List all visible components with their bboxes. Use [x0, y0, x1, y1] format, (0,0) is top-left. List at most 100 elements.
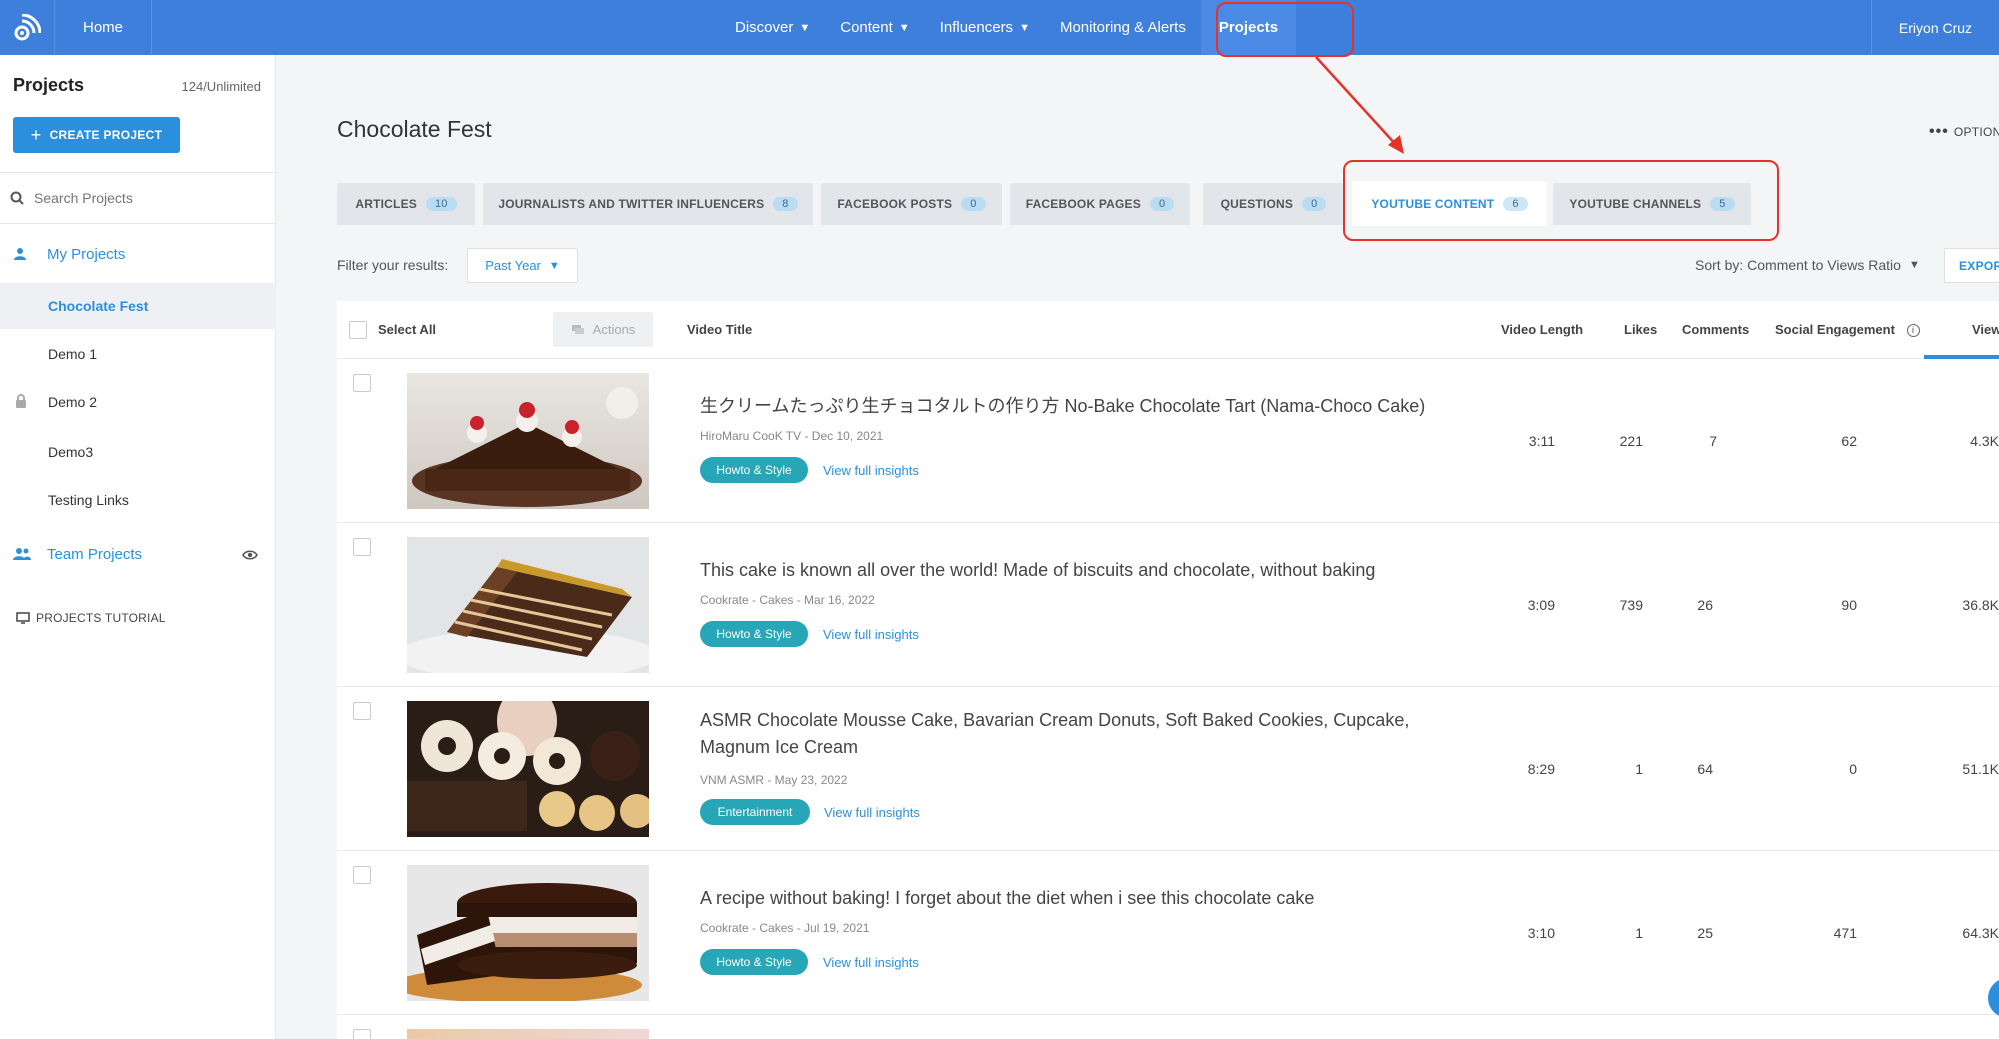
video-length: 3:11: [1528, 433, 1555, 449]
search-projects: [0, 172, 276, 224]
views-count: 51.1K: [1962, 761, 1999, 777]
nav-content[interactable]: Content ▼: [825, 0, 924, 55]
row-checkbox[interactable]: [353, 866, 371, 884]
plus-icon: +: [30, 124, 42, 145]
annotation-arrow-icon: [1315, 56, 1404, 154]
likes-count: 221: [1619, 433, 1643, 449]
table-row: [337, 1015, 1999, 1039]
table-row: 生クリームたっぷり生チョコタルトの作り方 No-Bake Chocolate T…: [337, 359, 1999, 523]
sort-select[interactable]: Sort by: Comment to Views Ratio ▼: [1695, 257, 1920, 273]
video-thumbnail[interactable]: [407, 537, 649, 673]
sidebar-team-projects[interactable]: Team Projects: [0, 536, 276, 572]
nav-influencers[interactable]: Influencers ▼: [925, 0, 1045, 55]
th-likes[interactable]: Likes: [1624, 322, 1657, 337]
row-checkbox[interactable]: [353, 702, 371, 720]
th-video-title[interactable]: Video Title: [687, 322, 752, 337]
th-video-length[interactable]: Video Length: [1501, 322, 1583, 337]
th-social-engagement[interactable]: Social Engagement i: [1775, 322, 1920, 337]
sidebar-project-testing-links[interactable]: Testing Links: [0, 477, 276, 523]
table-row: This cake is known all over the world! M…: [337, 523, 1999, 687]
search-projects-input[interactable]: [34, 190, 254, 206]
export-button[interactable]: EXPOR: [1944, 248, 1999, 283]
engagement-count: 62: [1841, 433, 1857, 449]
category-badge[interactable]: Howto & Style: [700, 949, 808, 975]
sidebar-project-demo-2[interactable]: Demo 2: [0, 379, 276, 425]
engagement-count: 471: [1833, 925, 1857, 941]
tab-facebook-pages[interactable]: FACEBOOK PAGES 0: [1010, 183, 1190, 225]
table-row: ASMR Chocolate Mousse Cake, Bavarian Cre…: [337, 687, 1999, 851]
engagement-count: 0: [1849, 761, 1857, 777]
chevron-down-icon: ▼: [799, 21, 811, 34]
category-badge[interactable]: Howto & Style: [700, 457, 808, 483]
chevron-down-icon: ▼: [1019, 21, 1030, 34]
date-filter-select[interactable]: Past Year ▼: [467, 248, 578, 283]
video-title[interactable]: A recipe without baking! I forget about …: [700, 885, 1460, 912]
table-row: A recipe without baking! I forget about …: [337, 851, 1999, 1015]
sidebar-project-chocolate-fest[interactable]: Chocolate Fest: [0, 283, 276, 329]
search-icon: [10, 191, 24, 205]
user-menu[interactable]: Eriyon Cruz: [1871, 0, 1999, 55]
video-meta: HiroMaru CooK TV - Dec 10, 2021: [700, 429, 884, 443]
video-meta: VNM ASMR - May 23, 2022: [700, 773, 848, 787]
monitor-icon: [16, 612, 30, 624]
video-thumbnail[interactable]: [407, 701, 649, 837]
th-views[interactable]: View: [1972, 322, 1999, 337]
sidebar-project-demo3[interactable]: Demo3: [0, 429, 276, 475]
lock-icon: [15, 394, 27, 411]
views-count: 64.3K: [1962, 925, 1999, 941]
nav-home[interactable]: Home: [55, 0, 153, 55]
comments-count: 64: [1697, 761, 1713, 777]
app-logo[interactable]: [0, 0, 55, 55]
more-dots-icon: •••: [1929, 123, 1949, 140]
user-icon: [13, 247, 35, 261]
view-insights-link[interactable]: View full insights: [824, 805, 920, 820]
actions-button[interactable]: Actions: [553, 312, 653, 347]
select-all-label: Select All: [378, 322, 437, 337]
th-comments[interactable]: Comments: [1682, 322, 1749, 337]
eye-icon[interactable]: [242, 548, 258, 565]
row-checkbox[interactable]: [353, 374, 371, 392]
views-count: 4.3K: [1970, 433, 1999, 449]
table-header: Select All Actions Video Title Video Len…: [337, 301, 1999, 359]
sidebar: Projects 124/Unlimited + CREATE PROJECT …: [0, 55, 276, 1039]
tab-facebook-posts[interactable]: FACEBOOK POSTS 0: [821, 183, 1002, 225]
view-insights-link[interactable]: View full insights: [823, 955, 919, 970]
page-title: Chocolate Fest: [337, 116, 492, 142]
nav-monitoring[interactable]: Monitoring & Alerts: [1045, 0, 1201, 55]
video-title[interactable]: ASMR Chocolate Mousse Cake, Bavarian Cre…: [700, 707, 1460, 761]
sidebar-my-projects[interactable]: My Projects: [0, 236, 276, 272]
tab-journalists[interactable]: JOURNALISTS AND TWITTER INFLUENCERS 8: [483, 183, 813, 225]
select-all-checkbox[interactable]: [349, 321, 367, 339]
video-meta: Cookrate - Cakes - Jul 19, 2021: [700, 921, 870, 935]
tab-articles[interactable]: ARTICLES 10: [337, 183, 475, 225]
engagement-count: 90: [1841, 597, 1857, 613]
projects-tutorial-link[interactable]: PROJECTS TUTORIAL: [16, 611, 166, 625]
nav-discover[interactable]: Discover ▼: [720, 0, 825, 55]
sidebar-project-demo-1[interactable]: Demo 1: [0, 331, 276, 377]
tab-youtube-content[interactable]: YOUTUBE CONTENT 6: [1352, 181, 1547, 226]
views-count: 36.8K: [1962, 597, 1999, 613]
options-menu[interactable]: ••• OPTION: [1929, 123, 1999, 141]
tab-youtube-channels[interactable]: YOUTUBE CHANNELS 5: [1553, 183, 1751, 225]
category-badge[interactable]: Entertainment: [700, 799, 810, 825]
view-insights-link[interactable]: View full insights: [823, 627, 919, 642]
video-length: 8:29: [1527, 761, 1555, 777]
video-title[interactable]: This cake is known all over the world! M…: [700, 557, 1460, 584]
video-thumbnail[interactable]: [407, 1029, 649, 1039]
category-badge[interactable]: Howto & Style: [700, 621, 808, 647]
comments-count: 7: [1709, 433, 1717, 449]
video-thumbnail[interactable]: [407, 865, 649, 1001]
video-thumbnail[interactable]: [407, 373, 649, 509]
create-project-button[interactable]: + CREATE PROJECT: [13, 117, 180, 153]
info-icon[interactable]: i: [1906, 324, 1920, 337]
row-checkbox[interactable]: [353, 1029, 371, 1039]
likes-count: 1: [1635, 925, 1643, 941]
nav-projects[interactable]: Projects: [1200, 0, 1297, 55]
project-count: 124/Unlimited: [181, 79, 262, 94]
chevron-down-icon: ▼: [898, 21, 910, 34]
video-title[interactable]: 生クリームたっぷり生チョコタルトの作り方 No-Bake Chocolate T…: [700, 393, 1460, 420]
chevron-down-icon: ▼: [1908, 259, 1920, 271]
tab-questions[interactable]: QUESTIONS 0: [1203, 183, 1344, 225]
row-checkbox[interactable]: [353, 538, 371, 556]
view-insights-link[interactable]: View full insights: [823, 463, 919, 478]
